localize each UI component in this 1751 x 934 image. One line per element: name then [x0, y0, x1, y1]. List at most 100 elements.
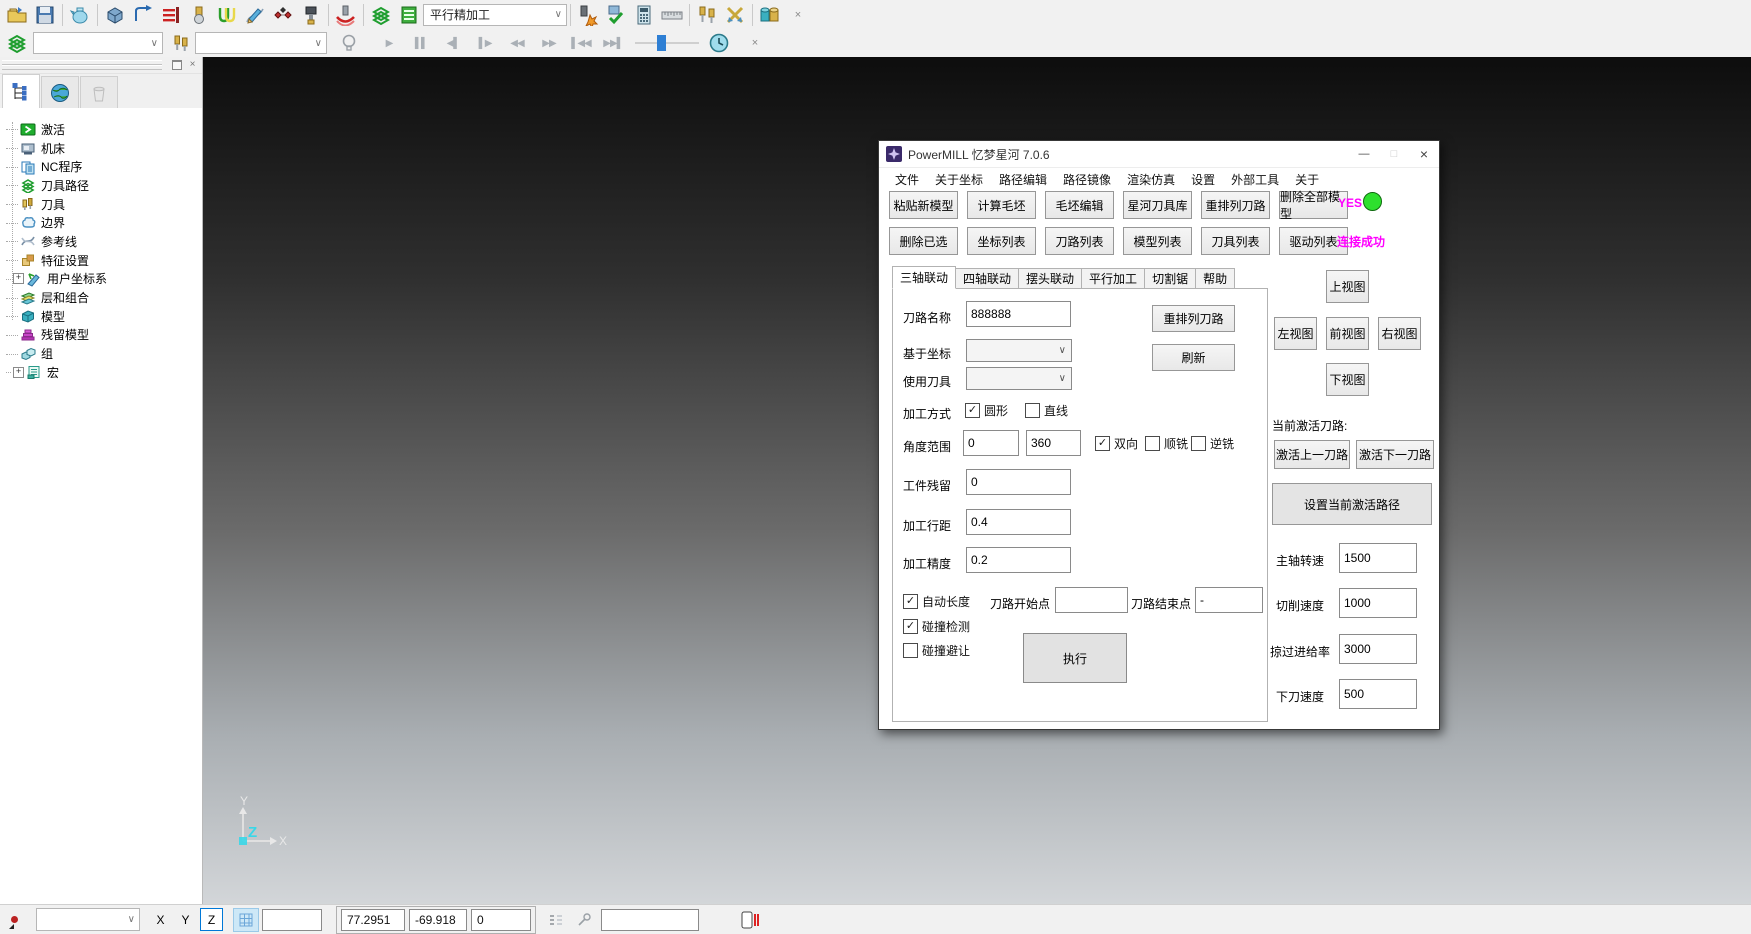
angle-to-input[interactable]: 360: [1026, 430, 1081, 456]
tree-item-stock-models[interactable]: 残留模型: [6, 326, 202, 345]
expand-icon[interactable]: +: [13, 367, 24, 378]
open-file-button[interactable]: [3, 2, 31, 28]
tree-item-feature-sets[interactable]: 特征设置: [6, 251, 202, 270]
skim-input[interactable]: 3000: [1339, 634, 1417, 664]
close-button[interactable]: ×: [1409, 141, 1439, 167]
tool-library-button[interactable]: 星河刀具库: [1123, 191, 1192, 219]
menu-about[interactable]: 关于: [1287, 171, 1327, 188]
menu-path-mirror[interactable]: 路径镜像: [1055, 171, 1119, 188]
view-front-button[interactable]: 前视图: [1326, 317, 1369, 350]
plunge-input[interactable]: 500: [1339, 679, 1417, 709]
sim-tool-combo[interactable]: ∨: [195, 32, 327, 54]
tree-item-machine[interactable]: 机床: [6, 139, 202, 158]
calc-block-button[interactable]: 计算毛坯: [967, 191, 1036, 219]
tree-item-levels-sets[interactable]: 层和组合: [6, 288, 202, 307]
tab-3axis[interactable]: 三轴联动: [892, 266, 956, 289]
toolpath-list-button[interactable]: [395, 2, 423, 28]
sim-toolbar-close-button[interactable]: ×: [741, 30, 769, 56]
step-forward-button[interactable]: ▌▶: [469, 30, 501, 56]
tool-arc-button[interactable]: [332, 2, 360, 28]
auto-length-checkbox[interactable]: ✓ 自动长度: [903, 593, 970, 610]
tab-parallel[interactable]: 平行加工: [1082, 268, 1145, 289]
tab-explorer-web[interactable]: [41, 76, 79, 108]
sim-tool-button[interactable]: [167, 30, 195, 56]
menu-external-tools[interactable]: 外部工具: [1223, 171, 1287, 188]
shading-button[interactable]: [335, 30, 363, 56]
stock-input[interactable]: 0: [966, 469, 1071, 495]
minimize-button[interactable]: —: [1349, 141, 1379, 167]
tab-explorer-tree[interactable]: [2, 74, 40, 108]
maximize-button[interactable]: □: [1379, 141, 1409, 167]
tree-item-boundaries[interactable]: 边界: [6, 213, 202, 232]
axis-z-button[interactable]: Z: [200, 908, 223, 931]
menu-render-sim[interactable]: 渲染仿真: [1119, 171, 1183, 188]
menu-path-edit[interactable]: 路径编辑: [991, 171, 1055, 188]
tool-list-button[interactable]: 刀具列表: [1201, 227, 1270, 255]
pattern-button[interactable]: [241, 2, 269, 28]
ruler-button[interactable]: [658, 2, 686, 28]
coord-select[interactable]: ∨: [966, 339, 1072, 362]
view-right-button[interactable]: 右视图: [1378, 317, 1421, 350]
grid-toggle-button[interactable]: [233, 908, 259, 932]
tolerance-input[interactable]: 0.2: [966, 547, 1071, 573]
rearrange-toolpaths-button[interactable]: 重排列刀路: [1201, 191, 1270, 219]
coord-list-button[interactable]: 坐标列表: [967, 227, 1036, 255]
activate-prev-button[interactable]: 激活上一刀路: [1274, 440, 1350, 469]
graphics-viewport[interactable]: Y X Z PowerMILL 忆梦星河 7.0.6 — □ × 文件: [203, 57, 1751, 905]
bidirectional-checkbox[interactable]: ✓ 双向: [1095, 435, 1138, 452]
view-top-button[interactable]: 上视图: [1326, 270, 1369, 303]
tree-item-macros[interactable]: + 宏: [6, 363, 202, 382]
view-left-button[interactable]: 左视图: [1274, 317, 1317, 350]
nc-program-button[interactable]: [157, 2, 185, 28]
set-active-path-button[interactable]: 设置当前激活路径: [1272, 483, 1432, 525]
toolbar-close-button[interactable]: ×: [784, 2, 812, 28]
print-preview-button[interactable]: [66, 2, 94, 28]
mode-circle-checkbox[interactable]: ✓ 圆形: [965, 402, 1008, 419]
block-button[interactable]: [101, 2, 129, 28]
tool-button[interactable]: [185, 2, 213, 28]
toolpath-curve-button[interactable]: [129, 2, 157, 28]
execute-button[interactable]: 执行: [1023, 633, 1127, 683]
panel-close-button[interactable]: ×: [185, 58, 200, 71]
step-back-button[interactable]: ◀▌: [437, 30, 469, 56]
active-toolpath-combo[interactable]: 平行精加工 ∨: [423, 4, 567, 26]
stepover-input[interactable]: 0.4: [966, 509, 1071, 535]
sim-toolpath-combo[interactable]: ∨: [33, 32, 163, 54]
panel-float-button[interactable]: [169, 58, 184, 71]
collision-detect-checkbox[interactable]: ✓ 碰撞检测: [903, 618, 970, 635]
featureset-button[interactable]: [269, 2, 297, 28]
tab-saw[interactable]: 切割锯: [1145, 268, 1196, 289]
refresh-button[interactable]: 刷新: [1152, 344, 1235, 371]
axis-x-button[interactable]: X: [150, 909, 171, 930]
tab-tilt-head[interactable]: 摆头联动: [1019, 268, 1082, 289]
tab-explorer-recycle[interactable]: [80, 76, 118, 108]
speed-slider[interactable]: [635, 33, 699, 53]
toolpath-name-input[interactable]: 888888: [966, 301, 1071, 327]
block-edit-button[interactable]: 毛坯编辑: [1045, 191, 1114, 219]
calculator-button[interactable]: [630, 2, 658, 28]
angle-from-input[interactable]: 0: [963, 430, 1019, 456]
tool-pair-button[interactable]: [693, 2, 721, 28]
rearrange-button[interactable]: 重排列刀路: [1152, 305, 1235, 332]
stock-pair-button[interactable]: [756, 2, 784, 28]
model-list-button[interactable]: 模型列表: [1123, 227, 1192, 255]
toolpath-list-button[interactable]: 刀路列表: [1045, 227, 1114, 255]
rewind-button[interactable]: ◀◀: [501, 30, 533, 56]
save-button[interactable]: [31, 2, 59, 28]
toolpath-button[interactable]: [367, 2, 395, 28]
tab-help[interactable]: 帮助: [1196, 268, 1235, 289]
tool-select[interactable]: ∨: [966, 367, 1072, 390]
tree-item-patterns[interactable]: 参考线: [6, 232, 202, 251]
fast-forward-button[interactable]: ▶▶: [533, 30, 565, 56]
conventional-checkbox[interactable]: 逆铣: [1191, 435, 1234, 452]
sim-clock-button[interactable]: [705, 30, 733, 56]
swap-axes-button[interactable]: [721, 2, 749, 28]
menu-settings[interactable]: 设置: [1183, 171, 1223, 188]
skip-end-button[interactable]: ▶▶▌: [597, 30, 629, 56]
sim-toolpath-button[interactable]: [3, 30, 31, 56]
record-dropdown-button[interactable]: [2, 908, 36, 932]
tree-item-toolpaths[interactable]: 刀具路径: [6, 176, 202, 195]
pause-button[interactable]: ▌▌: [405, 30, 437, 56]
collision-avoid-checkbox[interactable]: 碰撞避让: [903, 642, 970, 659]
tree-item-workplanes[interactable]: + 用户坐标系: [6, 270, 202, 289]
